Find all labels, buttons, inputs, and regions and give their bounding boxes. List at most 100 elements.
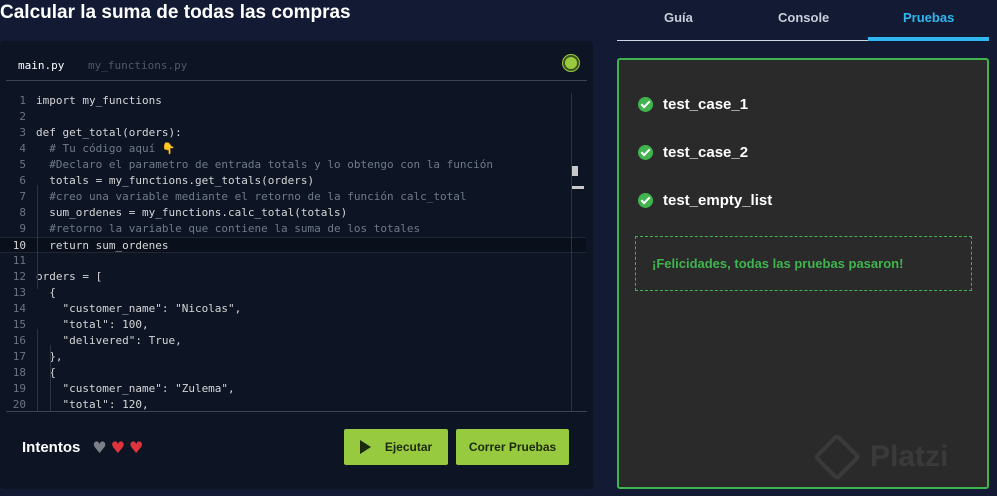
code-line: 1 import my_functions xyxy=(0,93,586,109)
code-line: 8 sum_ordenes = my_functions.calc_total(… xyxy=(0,205,586,221)
line-number: 13 xyxy=(12,286,26,299)
code-text: def get_total(orders): xyxy=(36,126,182,139)
code-line: 19 "customer_name": "Zulema", xyxy=(0,381,586,397)
line-number: 4 xyxy=(19,142,26,155)
platzi-logo-icon xyxy=(812,432,862,482)
file-tabs: main.py my_functions.py xyxy=(6,41,587,81)
heart-red-icon: ♥ xyxy=(110,438,126,457)
test-name: test_case_1 xyxy=(663,96,749,113)
code-line: 9 #retorno la variable que contiene la s… xyxy=(0,221,586,237)
file-tab-main[interactable]: main.py xyxy=(18,59,64,72)
line-number: 1 xyxy=(19,94,26,107)
test-results-panel: test_case_1 test_case_2 test_empty_list … xyxy=(617,58,989,489)
code-line: 4 # Tu código aquí 👇 xyxy=(0,141,586,157)
code-text: totals = my_functions.get_totals(orders) xyxy=(36,174,315,187)
code-text: { xyxy=(36,286,56,299)
code-area[interactable]: 1 import my_functions 2 3 def get_total(orde… xyxy=(0,93,586,411)
code-line: 12 orders = [ xyxy=(0,269,586,285)
line-number: 3 xyxy=(19,126,26,139)
line-number: 14 xyxy=(12,302,26,315)
scrollbar-marker xyxy=(572,186,584,189)
editor-scrollbar[interactable] xyxy=(571,93,585,411)
line-number: 18 xyxy=(12,366,26,379)
line-number: 11 xyxy=(12,254,26,267)
code-line: 10 return sum_ordenes xyxy=(0,237,586,253)
heart-gray-icon: ♥ xyxy=(92,438,107,457)
test-result-item: test_case_1 xyxy=(638,96,748,113)
platzi-watermark: Platzi xyxy=(812,432,949,482)
line-number: 5 xyxy=(19,158,26,171)
line-number: 2 xyxy=(19,110,26,123)
line-number: 16 xyxy=(12,334,26,347)
heart-red-icon: ♥ xyxy=(129,438,144,457)
line-number: 6 xyxy=(19,174,26,187)
test-result-item: test_case_2 xyxy=(638,144,748,161)
code-line: 13 { xyxy=(0,285,586,301)
editor-divider xyxy=(6,411,587,412)
scrollbar-marker xyxy=(572,166,578,176)
line-number: 10 xyxy=(12,239,26,252)
line-number: 7 xyxy=(19,190,26,203)
line-number: 15 xyxy=(12,318,26,331)
code-line: 6 totals = my_functions.get_totals(order… xyxy=(0,173,586,189)
code-line: 15 "total": 100, xyxy=(0,317,586,333)
code-line: 5 #Declaro el parametro de entrada total… xyxy=(0,157,586,173)
test-result-item: test_empty_list xyxy=(638,192,772,209)
line-number: 12 xyxy=(12,270,26,283)
test-name: test_empty_list xyxy=(663,192,773,209)
line-number: 20 xyxy=(12,398,26,411)
indent-guide xyxy=(37,185,38,289)
play-icon xyxy=(359,440,371,454)
line-number: 17 xyxy=(12,350,26,363)
check-circle-icon xyxy=(638,145,653,160)
test-name: test_case_2 xyxy=(663,144,749,161)
code-line: 3 def get_total(orders): xyxy=(0,125,586,141)
code-text: "total": 100, xyxy=(36,318,149,331)
code-text: sum_ordenes = my_functions.calc_total(to… xyxy=(36,206,348,219)
file-tab-my-functions[interactable]: my_functions.py xyxy=(88,59,187,72)
code-line: 7 #creo una variable mediante el retorno… xyxy=(0,189,586,205)
code-text: #creo una variable mediante el retorno d… xyxy=(36,190,467,203)
right-panel-tabs: Guía Console Pruebas xyxy=(617,0,989,41)
tab-console[interactable]: Console xyxy=(778,10,829,25)
active-tab-indicator xyxy=(868,37,989,41)
code-line: 14 "customer_name": "Nicolas", xyxy=(0,301,586,317)
attempts: Intentos ♥ ♥ ♥ xyxy=(22,438,143,457)
indent-guide xyxy=(50,345,51,393)
code-text: return sum_ordenes xyxy=(36,239,169,252)
code-editor: main.py my_functions.py 1 import my_funct… xyxy=(0,41,593,489)
line-number: 19 xyxy=(12,382,26,395)
page-title: Calcular la suma de todas las compras xyxy=(0,2,351,23)
tab-guide[interactable]: Guía xyxy=(664,10,693,25)
indent-guide xyxy=(37,329,38,411)
code-text: orders = [ xyxy=(36,270,103,283)
code-text: { xyxy=(36,366,56,379)
check-circle-icon xyxy=(638,193,653,208)
code-line: 17 }, xyxy=(0,349,586,365)
indent-guide xyxy=(50,393,51,411)
run-button-label: Ejecutar xyxy=(384,440,433,454)
code-line: 18 { xyxy=(0,365,586,381)
code-line: 11 xyxy=(0,253,586,269)
code-line: 2 xyxy=(0,109,586,125)
line-number: 9 xyxy=(19,222,26,235)
code-text: "customer_name": "Nicolas", xyxy=(36,302,242,315)
success-message: ¡Felicidades, todas las pruebas pasaron! xyxy=(635,236,972,291)
status-dot-icon xyxy=(563,55,579,71)
code-text: #Declaro el parametro de entrada totals … xyxy=(36,158,493,171)
code-text: "customer_name": "Zulema", xyxy=(36,382,235,395)
code-text: "delivered": True, xyxy=(36,334,182,347)
watermark-text: Platzi xyxy=(870,440,949,473)
code-text: # Tu código aquí 👇 xyxy=(36,142,176,155)
run-tests-button-label: Correr Pruebas xyxy=(468,440,557,454)
tab-tests[interactable]: Pruebas xyxy=(903,10,954,25)
code-text: "total": 120, xyxy=(36,398,149,411)
attempts-label: Intentos xyxy=(22,439,81,456)
line-number: 8 xyxy=(19,206,26,219)
code-line: 20 "total": 120, xyxy=(0,397,586,411)
run-tests-button[interactable]: Correr Pruebas xyxy=(456,429,569,465)
code-text: #retorno la variable que contiene la sum… xyxy=(36,222,421,235)
run-button[interactable]: Ejecutar xyxy=(344,429,448,465)
code-text: import my_functions xyxy=(36,94,162,107)
check-circle-icon xyxy=(638,97,653,112)
